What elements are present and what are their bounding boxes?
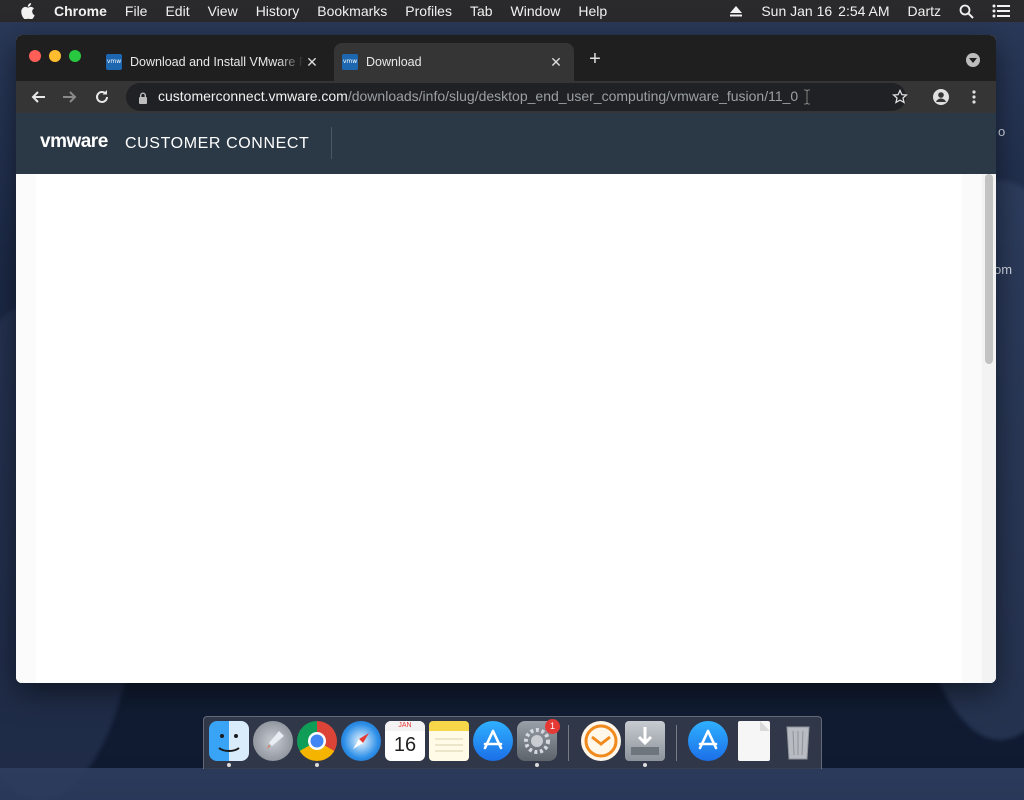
menu-bookmarks[interactable]: Bookmarks [317,3,387,19]
running-indicator [315,763,319,767]
menu-edit[interactable]: Edit [165,3,189,19]
notes-icon[interactable] [429,721,469,761]
text-cursor-icon [804,89,810,105]
profile-avatar-icon[interactable] [931,87,951,107]
desktop-icon-label: o [998,124,1006,139]
scrollbar-thumb[interactable] [985,174,993,364]
running-indicator [535,763,539,767]
forward-arrow-icon[interactable] [60,87,80,107]
minimize-window-button[interactable] [49,50,61,62]
vmware-favicon-icon: vmw [106,54,122,70]
menu-window[interactable]: Window [511,3,561,19]
menubar-clock[interactable]: 2:54 AM [838,3,889,19]
dock-separator [676,725,677,761]
close-window-button[interactable] [29,50,41,62]
close-tab-icon[interactable]: ✕ [304,54,320,71]
zoom-window-button[interactable] [69,50,81,62]
tab-download-install[interactable]: vmw Download and Install VMware F ✕ [98,43,330,81]
dock: JAN 16 1 [203,716,822,769]
app-store-folder-icon[interactable] [688,721,728,761]
calendar-icon[interactable]: JAN 16 [385,721,425,761]
address-bar[interactable]: customerconnect.vmware.com/downloads/inf… [126,83,908,111]
apple-menu-icon[interactable] [21,3,35,19]
menu-file[interactable]: File [125,3,148,19]
back-arrow-icon[interactable] [28,87,48,107]
menu-history[interactable]: History [256,3,300,19]
tab-search-chevron-icon[interactable] [966,53,980,67]
menu-bar: Chrome File Edit View History Bookmarks … [0,0,1024,22]
tab-title: Download [366,55,422,69]
more-options-icon[interactable] [964,87,984,107]
page-content [16,174,996,683]
browser-toolbar: customerconnect.vmware.com/downloads/inf… [16,81,996,113]
trash-icon[interactable] [778,721,818,761]
vmware-favicon-icon: vmw [342,54,358,70]
dock-separator [568,725,569,761]
menu-help[interactable]: Help [578,3,607,19]
downloads-tray-icon[interactable] [625,721,665,761]
document-icon[interactable] [738,721,770,761]
running-indicator [643,763,647,767]
airmail-envelope-icon[interactable] [581,721,621,761]
menu-view[interactable]: View [208,3,238,19]
url-text[interactable]: customerconnect.vmware.com/downloads/inf… [158,88,798,104]
menu-profiles[interactable]: Profiles [405,3,452,19]
header-divider [331,127,332,159]
spotlight-search-icon[interactable] [959,4,974,19]
system-preferences-gear-icon[interactable]: 1 [517,719,560,761]
url-path: /downloads/info/slug/desktop_end_user_co… [347,88,799,104]
finder-icon[interactable] [209,721,249,761]
chrome-icon[interactable] [297,721,337,761]
tab-title: Download and Install VMware F [130,55,304,69]
reload-icon[interactable] [92,87,112,107]
bookmark-star-icon[interactable] [892,88,908,110]
url-host: customerconnect.vmware.com [158,88,348,104]
menu-app-name[interactable]: Chrome [54,3,107,19]
menubar-date[interactable]: Sun Jan 16 [761,3,832,19]
customer-connect-title[interactable]: CUSTOMER CONNECT [125,135,309,153]
page-margin [962,174,982,683]
browser-window: vmw Download and Install VMware F ✕ vmw … [16,35,996,683]
notification-center-icon[interactable] [992,4,1010,18]
vmware-logo[interactable]: vmware [40,131,108,153]
running-indicator [227,763,231,767]
lock-icon[interactable] [138,91,148,109]
safari-compass-icon[interactable] [341,721,381,761]
eject-icon[interactable] [729,5,743,17]
app-store-icon[interactable] [473,721,513,761]
tab-strip: vmw Download and Install VMware F ✕ vmw … [16,35,996,81]
site-header: vmware CUSTOMER CONNECT [16,113,996,174]
close-tab-icon[interactable]: ✕ [548,54,564,71]
menu-tab[interactable]: Tab [470,3,493,19]
menubar-user[interactable]: Dartz [908,3,941,19]
calendar-month: JAN [385,721,425,731]
desktop-icon-label: om [994,262,1013,277]
calendar-day: 16 [393,734,417,756]
notification-badge: 1 [545,719,560,734]
tab-download[interactable]: vmw Download ✕ [334,43,574,81]
new-tab-button[interactable]: + [586,49,604,69]
launchpad-rocket-icon[interactable] [253,721,293,761]
page-margin [16,174,36,683]
